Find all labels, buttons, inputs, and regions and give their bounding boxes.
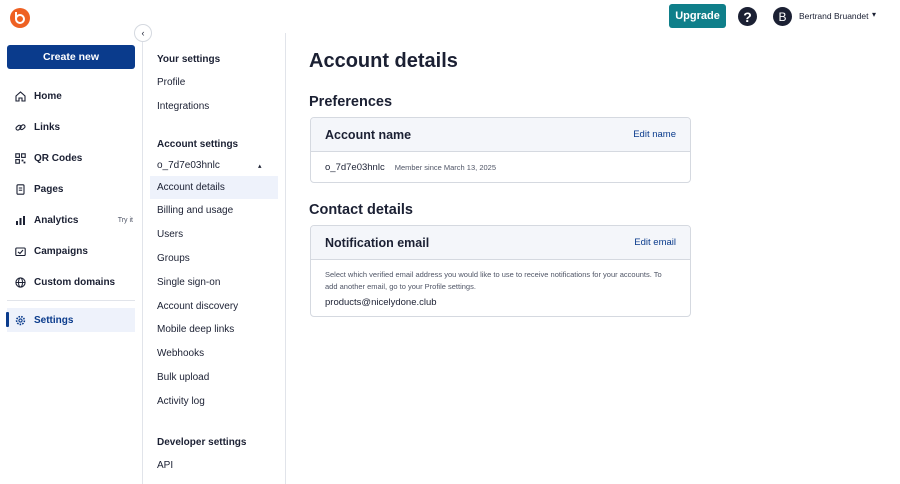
logo-mark-icon bbox=[15, 12, 25, 24]
page-title: Account details bbox=[309, 50, 458, 72]
subnav-item-groups[interactable]: Groups bbox=[150, 247, 278, 270]
link-icon bbox=[14, 121, 26, 133]
account-name-row: o_7d7e03hnlc Member since March 13, 2025 bbox=[311, 152, 690, 182]
subnav-item-profile[interactable]: Profile bbox=[150, 71, 278, 94]
avatar[interactable]: B bbox=[773, 7, 792, 26]
user-menu-caret-icon[interactable]: ▾ bbox=[872, 10, 876, 19]
subnav-item-api[interactable]: API bbox=[150, 454, 278, 477]
sidebar-item-label: Home bbox=[34, 90, 62, 102]
account-name-card: Account name Edit name o_7d7e03hnlc Memb… bbox=[310, 117, 691, 183]
home-icon bbox=[14, 90, 26, 102]
sidebar-item-label: Links bbox=[34, 121, 61, 133]
sidebar-item-custom-domains[interactable]: Custom domains bbox=[7, 270, 135, 294]
subnav-item-account-details[interactable]: Account details bbox=[150, 176, 278, 199]
create-new-button[interactable]: Create new bbox=[7, 45, 135, 69]
sidebar-item-analytics[interactable]: Analytics Try it bbox=[7, 208, 135, 232]
account-name-title: Account name bbox=[325, 127, 412, 142]
account-name-card-header: Account name Edit name bbox=[311, 118, 690, 152]
sidebar-item-campaigns[interactable]: Campaigns bbox=[7, 239, 135, 263]
member-since-text: Member since March 13, 2025 bbox=[394, 163, 497, 172]
sidebar-item-pages[interactable]: Pages bbox=[7, 177, 135, 201]
subnav-item-activity-log[interactable]: Activity log bbox=[150, 390, 278, 413]
sidebar-divider bbox=[7, 300, 135, 301]
gear-icon bbox=[14, 314, 26, 326]
sidebar-item-links[interactable]: Links bbox=[7, 115, 135, 139]
subnav-item-integrations[interactable]: Integrations bbox=[150, 95, 278, 118]
developer-settings-heading: Developer settings bbox=[157, 437, 247, 448]
help-icon[interactable]: ? bbox=[738, 7, 757, 26]
account-settings-heading: Account settings bbox=[157, 139, 239, 150]
edit-email-link[interactable]: Edit email bbox=[634, 237, 676, 248]
globe-icon bbox=[14, 276, 26, 288]
sidebar-item-label: Custom domains bbox=[34, 276, 116, 288]
chevron-up-icon[interactable]: ▴ bbox=[258, 162, 262, 170]
subnav-item-users[interactable]: Users bbox=[150, 223, 278, 246]
edit-name-link[interactable]: Edit name bbox=[633, 129, 676, 140]
subnav-item-webhooks[interactable]: Webhooks bbox=[150, 342, 278, 365]
pages-icon bbox=[14, 183, 26, 195]
sidebar-item-label: Pages bbox=[34, 183, 64, 195]
your-settings-heading: Your settings bbox=[157, 54, 221, 65]
subnav-item-account-discovery[interactable]: Account discovery bbox=[150, 295, 278, 318]
campaigns-icon bbox=[14, 245, 26, 257]
sidebar-item-label: Settings bbox=[34, 314, 74, 326]
subnav-item-sso[interactable]: Single sign-on bbox=[150, 271, 278, 294]
analytics-icon bbox=[14, 214, 26, 226]
sidebar-item-home[interactable]: Home bbox=[7, 84, 135, 108]
notification-email-value: products@nicelydone.club bbox=[325, 297, 437, 308]
notification-email-title: Notification email bbox=[325, 235, 430, 250]
active-indicator bbox=[6, 312, 9, 327]
notification-email-card: Notification email Edit email Select whi… bbox=[310, 225, 691, 317]
sidebar-item-qr-codes[interactable]: QR Codes bbox=[7, 146, 135, 170]
bitly-logo[interactable] bbox=[10, 8, 30, 28]
upgrade-button[interactable]: Upgrade bbox=[669, 4, 726, 28]
collapse-sidebar-button[interactable]: ‹ bbox=[134, 24, 152, 42]
sidebar-item-label: QR Codes bbox=[34, 152, 83, 164]
subnav-item-billing[interactable]: Billing and usage bbox=[150, 199, 278, 222]
qr-code-icon bbox=[14, 152, 26, 164]
notification-email-description: Select which verified email address you … bbox=[325, 270, 662, 291]
try-it-badge: Try it bbox=[117, 216, 133, 224]
notification-email-body: Select which verified email address you … bbox=[311, 260, 690, 316]
preferences-heading: Preferences bbox=[309, 94, 393, 110]
contact-details-heading: Contact details bbox=[309, 202, 413, 218]
subnav-item-mobile-deep-links[interactable]: Mobile deep links bbox=[150, 318, 278, 341]
notification-email-card-header: Notification email Edit email bbox=[311, 226, 690, 260]
subnav-item-bulk-upload[interactable]: Bulk upload bbox=[150, 366, 278, 389]
sidebar-item-settings[interactable]: Settings bbox=[7, 308, 135, 332]
sidebar-item-label: Campaigns bbox=[34, 245, 88, 257]
sidebar-item-label: Analytics bbox=[34, 214, 79, 226]
user-name[interactable]: Bertrand Bruandet bbox=[799, 11, 868, 21]
account-id-value: o_7d7e03hnlc bbox=[325, 162, 385, 173]
